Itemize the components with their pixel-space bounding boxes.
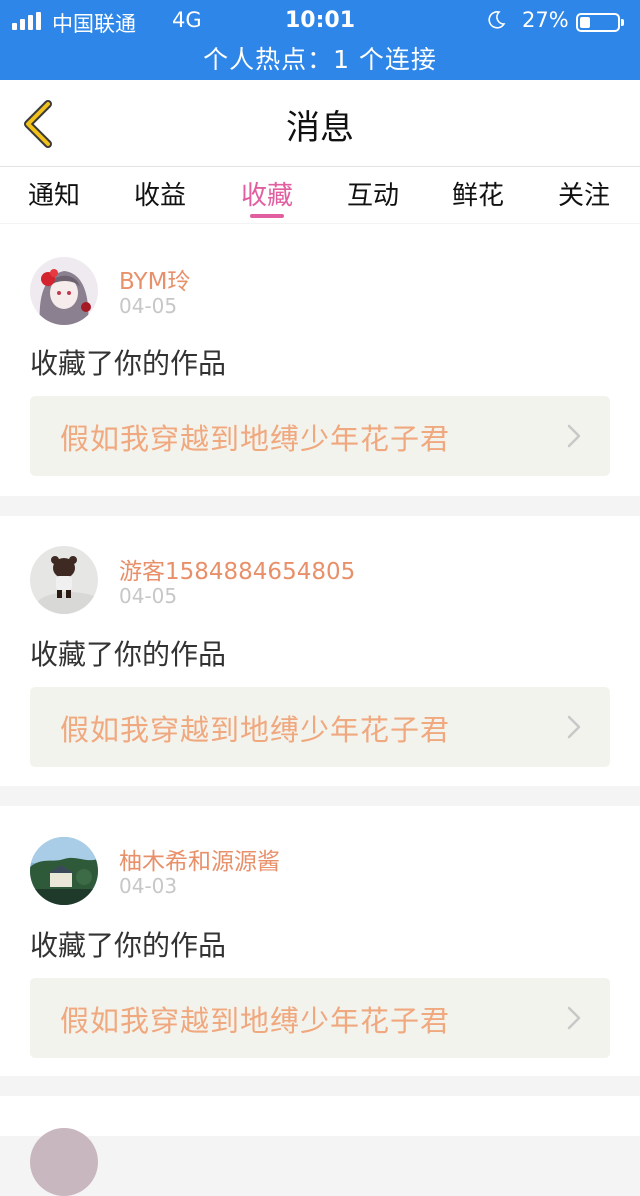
username[interactable]: 柚木希和源源酱 bbox=[119, 842, 280, 876]
action-text: 收藏了你的作品 bbox=[30, 638, 227, 671]
work-title: 假如我穿越到地缚少年花子君 bbox=[60, 1004, 451, 1038]
user-avatar[interactable] bbox=[30, 546, 98, 614]
message-card-partial bbox=[0, 1096, 640, 1196]
user-avatar[interactable] bbox=[30, 257, 98, 325]
do-not-disturb-moon-icon bbox=[488, 11, 506, 29]
battery-icon bbox=[576, 13, 624, 32]
chevron-right-icon bbox=[567, 715, 581, 739]
tab-favorites[interactable]: 收藏 bbox=[227, 175, 307, 212]
chevron-right-icon bbox=[567, 1006, 581, 1030]
action-text: 收藏了你的作品 bbox=[30, 347, 227, 380]
navigation-bar: 消息 bbox=[0, 80, 640, 167]
work-link[interactable]: 假如我穿越到地缚少年花子君 bbox=[30, 396, 610, 476]
active-tab-indicator bbox=[250, 214, 284, 218]
username[interactable]: 游客1584884654805 bbox=[119, 552, 355, 586]
work-title: 假如我穿越到地缚少年花子君 bbox=[60, 422, 451, 456]
tab-notifications[interactable]: 通知 bbox=[14, 175, 94, 212]
message-date: 04-05 bbox=[119, 584, 178, 608]
hotspot-banner[interactable]: 个人热点：1 个连接 bbox=[0, 40, 640, 76]
battery-percent: 27% bbox=[522, 8, 569, 32]
user-avatar[interactable] bbox=[30, 837, 98, 905]
message-date: 04-03 bbox=[119, 874, 178, 898]
user-avatar[interactable] bbox=[30, 1128, 98, 1196]
tab-interactions[interactable]: 互动 bbox=[333, 175, 413, 212]
message-card: BYM玲 04-05 收藏了你的作品 假如我穿越到地缚少年花子君 bbox=[0, 224, 640, 496]
message-card: 游客1584884654805 04-05 收藏了你的作品 假如我穿越到地缚少年… bbox=[0, 516, 640, 786]
page-title: 消息 bbox=[286, 108, 354, 148]
tab-bar: 通知 收益 收藏 互动 鲜花 关注 bbox=[0, 167, 640, 223]
status-bar: 中国联通 4G 10:01 27% 个人热点：1 个连接 bbox=[0, 0, 640, 80]
action-text: 收藏了你的作品 bbox=[30, 929, 227, 962]
chevron-right-icon bbox=[567, 424, 581, 448]
tab-earnings[interactable]: 收益 bbox=[120, 175, 200, 212]
message-card: 柚木希和源源酱 04-03 收藏了你的作品 假如我穿越到地缚少年花子君 bbox=[0, 806, 640, 1076]
message-date: 04-05 bbox=[119, 294, 178, 318]
work-title: 假如我穿越到地缚少年花子君 bbox=[60, 713, 451, 747]
work-link[interactable]: 假如我穿越到地缚少年花子君 bbox=[30, 687, 610, 767]
tab-following[interactable]: 关注 bbox=[544, 175, 624, 212]
work-link[interactable]: 假如我穿越到地缚少年花子君 bbox=[30, 978, 610, 1058]
username[interactable]: BYM玲 bbox=[119, 262, 190, 296]
tab-flowers[interactable]: 鲜花 bbox=[438, 175, 518, 212]
